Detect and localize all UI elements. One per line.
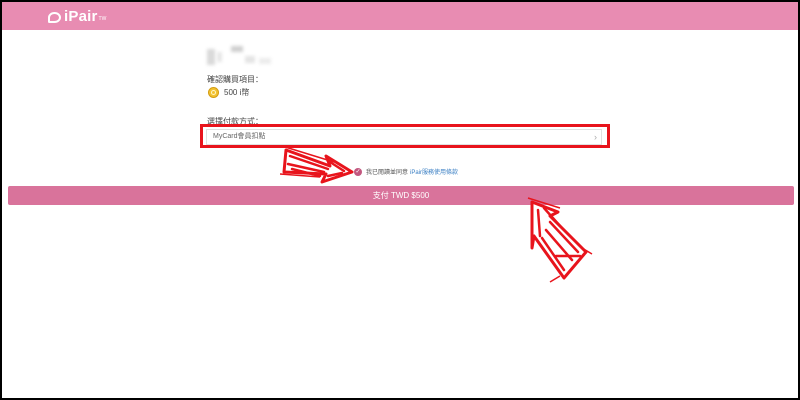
terms-link[interactable]: iPair服務使用條款	[410, 167, 458, 176]
annotation-arrow-right-icon	[280, 145, 354, 184]
logo-sub: TW	[98, 16, 107, 22]
payment-method-select[interactable]: MyCard會員扣點 ›	[206, 129, 602, 145]
agreement-text: 我已閱讀並同意	[366, 170, 409, 176]
chevron-right-icon: ›	[594, 132, 597, 142]
confirm-items-label: 確認購買項目：	[207, 75, 263, 84]
page-frame: iPair TW 確認購買項目： 500 i幣 選擇付款方式： MyCard會員…	[2, 2, 798, 398]
coin-icon	[208, 87, 219, 98]
payment-method-highlight: MyCard會員扣點 ›	[200, 124, 610, 148]
ipair-logo[interactable]: iPair TW	[48, 7, 106, 25]
top-bar: iPair TW	[2, 2, 798, 30]
selected-payment-method: MyCard會員扣點	[213, 133, 266, 140]
blurred-username	[207, 46, 277, 68]
item-amount: 500 i幣	[224, 88, 250, 97]
checkmark-icon[interactable]: ✓	[354, 167, 362, 176]
pay-button[interactable]: 支付 TWD $500	[8, 186, 794, 205]
purchase-item: 500 i幣	[208, 87, 249, 98]
logo-icon	[48, 12, 61, 23]
annotation-arrow-up-icon	[527, 197, 593, 283]
logo-text: iPair	[64, 8, 98, 25]
terms-agreement[interactable]: ✓ 我已閱讀並同意 iPair服務使用條款	[354, 167, 458, 176]
